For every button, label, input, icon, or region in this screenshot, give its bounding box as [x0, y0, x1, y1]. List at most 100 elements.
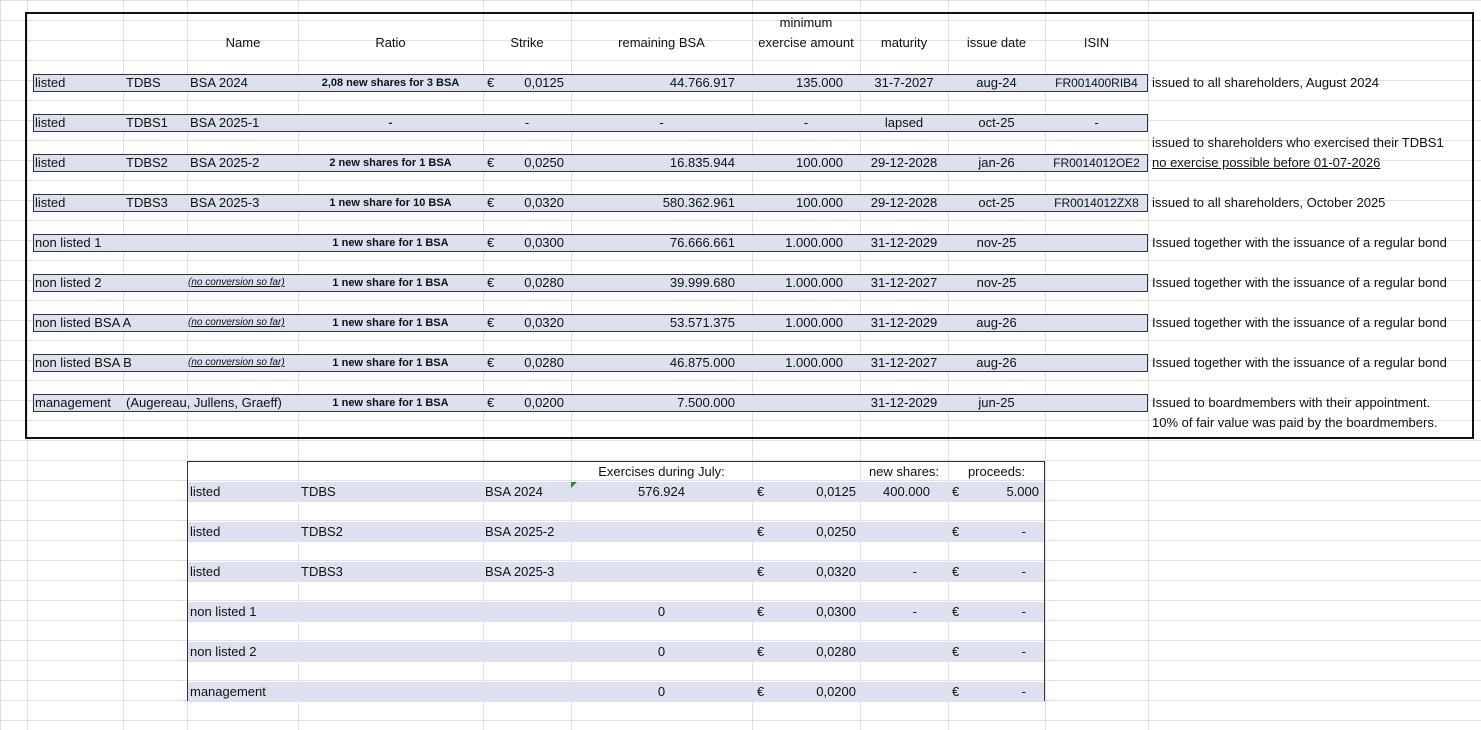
cell-remaining-bsa[interactable]: 53.571.375 [571, 313, 735, 333]
cell-currency[interactable]: € [487, 233, 494, 253]
cell-issue-date[interactable]: aug-26 [948, 353, 1045, 373]
cell-min-exercise[interactable]: - [752, 113, 860, 133]
cell-note-above[interactable]: issued to shareholders who exercised the… [1152, 133, 1444, 153]
cell-currency[interactable]: € [487, 313, 494, 333]
cell-ratio[interactable]: - [298, 113, 483, 133]
cell-maturity[interactable]: 31-12-2029 [860, 233, 948, 253]
cell-min-exercise[interactable]: 1.000.000 [752, 273, 843, 293]
ex-cell-proceeds[interactable]: - [965, 562, 1026, 582]
cell-maturity[interactable]: 31-12-2029 [860, 313, 948, 333]
cell-name[interactable]: (no conversion so far) [188, 353, 285, 373]
cell-note[interactable]: Issued together with the issuance of a r… [1152, 233, 1447, 253]
header-new-shares[interactable]: new shares: [860, 462, 948, 482]
cell-code[interactable]: TDBS1 [126, 113, 168, 133]
cell-ratio[interactable]: 1 new share for 1 BSA [298, 353, 483, 373]
cell-strike[interactable]: 0,0280 [500, 353, 564, 373]
header-ratio[interactable]: Ratio [298, 33, 483, 53]
cell-ratio[interactable]: 1 new share for 1 BSA [298, 233, 483, 253]
cell-ratio[interactable]: 1 new share for 1 BSA [298, 313, 483, 333]
ex-cell-proceeds[interactable]: - [965, 682, 1026, 702]
cell-min-exercise[interactable]: 100.000 [752, 193, 843, 213]
cell-maturity[interactable]: 31-12-2029 [860, 393, 948, 413]
ex-cell-currency[interactable]: € [757, 642, 764, 662]
header-strike[interactable]: Strike [483, 33, 571, 53]
cell-currency[interactable]: € [487, 153, 494, 173]
cell-remaining-bsa[interactable]: 7.500.000 [571, 393, 735, 413]
cell-remaining-bsa[interactable]: 580.362.961 [571, 193, 735, 213]
cell-ratio[interactable]: 1 new share for 1 BSA [298, 273, 483, 293]
ex-cell-currency[interactable]: € [757, 682, 764, 702]
ex-cell-currency2[interactable]: € [952, 642, 959, 662]
cell-currency[interactable]: € [487, 273, 494, 293]
ex-cell-currency2[interactable]: € [952, 562, 959, 582]
cell-note[interactable]: Issued together with the issuance of a r… [1152, 353, 1447, 373]
cell-remaining-bsa[interactable]: 39.999.680 [571, 273, 735, 293]
cell-remaining-bsa[interactable]: 46.875.000 [571, 353, 735, 373]
header-maturity[interactable]: maturity [860, 33, 948, 53]
cell-remaining-bsa[interactable]: 16.835.944 [571, 153, 735, 173]
ex-cell-currency[interactable]: € [757, 562, 764, 582]
cell-currency[interactable]: € [487, 73, 494, 93]
cell-note[interactable]: Issued together with the issuance of a r… [1152, 273, 1447, 293]
cell-maturity[interactable]: 29-12-2028 [860, 193, 948, 213]
cell-status[interactable]: listed [35, 113, 65, 133]
cell-isin[interactable]: FR001400RIB4 [1045, 73, 1148, 93]
ex-cell-new-shares[interactable]: 400.000 [860, 482, 930, 502]
cell-issue-date[interactable]: oct-25 [948, 193, 1045, 213]
cell-isin[interactable]: FR0014012ZX8 [1045, 193, 1148, 213]
ex-cell-currency[interactable]: € [757, 482, 764, 502]
cell-remaining-bsa[interactable]: 76.666.661 [571, 233, 735, 253]
header-remaining-bsa[interactable]: remaining BSA [571, 33, 752, 53]
cell-issue-date[interactable]: nov-25 [948, 273, 1045, 293]
cell-status[interactable]: listed [35, 193, 65, 213]
cell-status[interactable]: non listed 1 [35, 233, 102, 253]
cell-ratio[interactable]: 2,08 new shares for 3 BSA [298, 73, 483, 93]
cell-min-exercise[interactable]: 1.000.000 [752, 233, 843, 253]
ex-cell-strike[interactable]: 0,0300 [780, 602, 856, 622]
cell-code[interactable]: TDBS2 [126, 153, 168, 173]
cell-isin[interactable]: - [1045, 113, 1148, 133]
cell-note[interactable]: no exercise possible before 01-07-2026 [1152, 153, 1380, 173]
cell-code[interactable]: TDBS3 [126, 193, 168, 213]
ex-cell-strike[interactable]: 0,0280 [780, 642, 856, 662]
cell-name[interactable]: (no conversion so far) [188, 273, 285, 293]
ex-cell-currency2[interactable]: € [952, 602, 959, 622]
cell-name[interactable]: BSA 2025-2 [190, 153, 259, 173]
ex-cell-code[interactable]: TDBS [301, 482, 336, 502]
cell-min-exercise[interactable]: 1.000.000 [752, 313, 843, 333]
cell-status[interactable]: listed [35, 73, 65, 93]
ex-cell-strike[interactable]: 0,0320 [780, 562, 856, 582]
ex-cell-status[interactable]: non listed 1 [190, 602, 257, 622]
cell-remaining-bsa[interactable]: 44.766.917 [571, 73, 735, 93]
cell-remaining-bsa[interactable]: - [571, 113, 752, 133]
cell-ratio[interactable]: 1 new share for 1 BSA [298, 393, 483, 413]
header-exercise-amount[interactable]: exercise amount [752, 33, 860, 53]
ex-cell-name[interactable]: BSA 2025-2 [485, 522, 554, 542]
ex-cell-new-shares[interactable]: - [860, 562, 917, 582]
ex-cell-status[interactable]: listed [190, 482, 220, 502]
header-minimum[interactable]: minimum [752, 13, 860, 33]
cell-strike[interactable]: 0,0280 [500, 273, 564, 293]
ex-cell-strike[interactable]: 0,0200 [780, 682, 856, 702]
ex-cell-name[interactable]: BSA 2025-3 [485, 562, 554, 582]
cell-issue-date[interactable]: jun-25 [948, 393, 1045, 413]
cell-note[interactable]: Issued to boardmembers with their appoin… [1152, 393, 1430, 413]
cell-note-below[interactable]: 10% of fair value was paid by the boardm… [1152, 413, 1437, 433]
ex-cell-proceeds[interactable]: - [965, 642, 1026, 662]
cell-min-exercise[interactable]: 100.000 [752, 153, 843, 173]
cell-strike[interactable]: 0,0300 [500, 233, 564, 253]
cell-strike[interactable]: 0,0320 [500, 313, 564, 333]
ex-cell-new-shares[interactable]: - [860, 602, 917, 622]
ex-cell-status[interactable]: listed [190, 562, 220, 582]
cell-maturity[interactable]: 31-12-2027 [860, 353, 948, 373]
ex-cell-proceeds[interactable]: - [965, 602, 1026, 622]
cell-ratio[interactable]: 1 new share for 10 BSA [298, 193, 483, 213]
cell-strike[interactable]: 0,0320 [500, 193, 564, 213]
cell-note[interactable]: issued to all shareholders, October 2025 [1152, 193, 1385, 213]
ex-cell-proceeds[interactable]: 5.000 [965, 482, 1039, 502]
cell-maturity[interactable]: 31-12-2027 [860, 273, 948, 293]
cell-name[interactable]: (no conversion so far) [188, 313, 285, 333]
ex-cell-code[interactable]: TDBS3 [301, 562, 343, 582]
cell-status[interactable]: non listed 2 [35, 273, 102, 293]
ex-cell-currency[interactable]: € [757, 522, 764, 542]
